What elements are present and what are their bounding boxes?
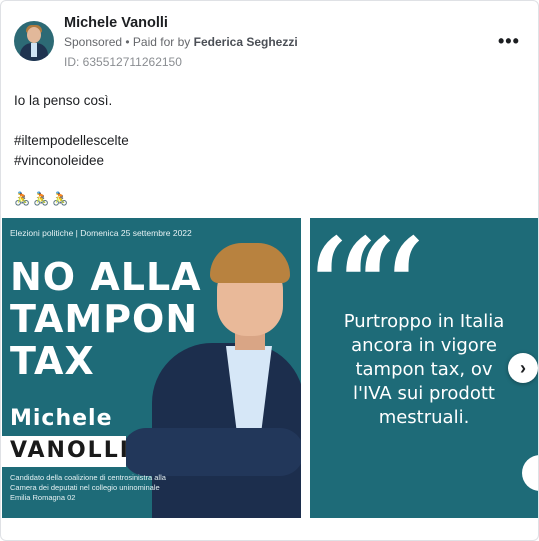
ad-card: Michele Vanolli Sponsored • Paid for by … <box>0 0 539 541</box>
chevron-right-icon: › <box>520 358 526 378</box>
sponsored-label: Sponsored <box>64 35 123 49</box>
slide-2-decoration <box>522 455 538 491</box>
slide-2-line: ancora in vigore <box>351 335 497 356</box>
post-text-line: Io la penso così. <box>14 93 113 108</box>
slide-2-line: tampon tax, ov <box>355 359 493 380</box>
bicycle-emoji: 🚴🚴🚴 <box>14 191 72 206</box>
carousel-slide-1[interactable]: Elezioni politiche | Domenica 25 settemb… <box>2 218 301 518</box>
slide-1-first-name: Michele <box>10 406 113 431</box>
carousel-slide-2[interactable]: “ “ Purtroppo in Italia ancora in vigore… <box>310 218 538 518</box>
paid-for-by-name: Federica Seghezzi <box>193 35 298 49</box>
slide-1-headline: NO ALLA TAMPON TAX <box>10 255 202 383</box>
advertiser-name[interactable]: Michele Vanolli <box>64 15 168 31</box>
slide-1-election-line: Elezioni politiche | Domenica 25 settemb… <box>10 228 192 238</box>
slide-1-subtitle: Candidato della coalizione di centrosini… <box>10 473 166 502</box>
sponsored-line: Sponsored • Paid for by Federica Seghezz… <box>64 35 298 49</box>
advertiser-avatar[interactable] <box>14 21 54 61</box>
more-options-icon[interactable]: ••• <box>498 31 520 52</box>
slide-2-line: Purtroppo in Italia <box>343 311 505 332</box>
hashtag-iltempodellescelte[interactable]: #iltempodellescelte <box>14 133 129 148</box>
hashtag-vinconoleidee[interactable]: #vinconoleidee <box>14 153 104 168</box>
carousel-next-button[interactable]: › <box>508 353 538 383</box>
ad-id: ID: 635512711262150 <box>64 55 182 69</box>
slide-2-line: l'IVA sui prodott <box>353 383 495 404</box>
paid-for-by-prefix: • Paid for by <box>125 35 191 49</box>
slide-1-last-name: VANOLLI <box>10 438 130 463</box>
slide-2-line: mestruali. <box>378 407 470 428</box>
